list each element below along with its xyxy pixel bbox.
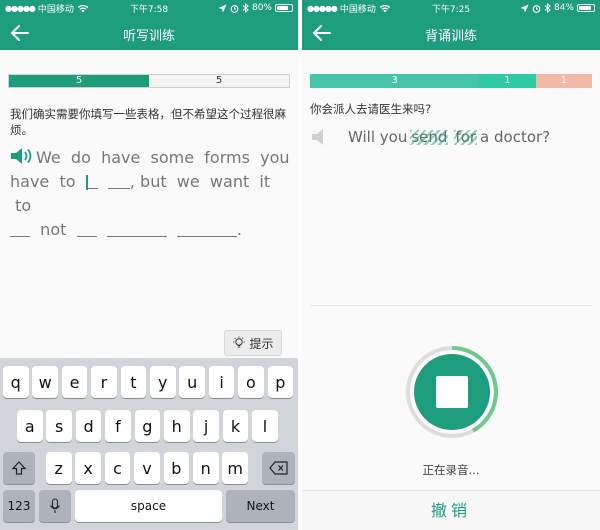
battery-icon bbox=[577, 4, 595, 12]
word: you bbox=[260, 148, 290, 167]
numbers-key-label: 123 bbox=[7, 499, 31, 513]
blank-input[interactable] bbox=[176, 220, 237, 237]
hint-label: 提示 bbox=[249, 336, 274, 351]
key-n[interactable]: n bbox=[193, 452, 219, 484]
blank-input[interactable] bbox=[107, 172, 130, 189]
word: it bbox=[259, 172, 271, 191]
clock: 下午7:25 bbox=[431, 4, 471, 15]
key-z[interactable]: z bbox=[46, 452, 72, 484]
space-key[interactable]: space bbox=[75, 490, 222, 522]
recitation-screen: ●●●●● 中国移动 下午7:25 84% 背诵训练 3 1 1 你会派人去请医… bbox=[302, 0, 600, 530]
word: we bbox=[176, 172, 200, 191]
backspace-icon bbox=[268, 461, 288, 475]
word: to bbox=[59, 172, 76, 191]
on-screen-keyboard: 123 space Next qwertyuiop asdfghjkl zxcvbn… bbox=[0, 358, 298, 530]
undo-button[interactable]: 撤销 bbox=[302, 490, 600, 530]
word: want bbox=[209, 172, 250, 191]
key-u[interactable]: u bbox=[179, 366, 205, 398]
key-i[interactable]: i bbox=[208, 366, 235, 398]
key-e[interactable]: e bbox=[61, 366, 88, 398]
key-k[interactable]: k bbox=[222, 410, 249, 442]
key-p[interactable]: p bbox=[267, 366, 294, 398]
word: forms bbox=[204, 148, 250, 167]
progress-segment-wrong: 1 bbox=[535, 74, 592, 88]
key-c[interactable]: c bbox=[104, 452, 131, 484]
progress-bar: 5 5 bbox=[8, 74, 290, 88]
key-t[interactable]: t bbox=[120, 366, 147, 398]
record-button[interactable] bbox=[405, 345, 499, 439]
progress-bar: 3 1 1 bbox=[310, 74, 592, 88]
battery-icon bbox=[275, 4, 293, 12]
numbers-key[interactable]: 123 bbox=[3, 490, 35, 522]
key-y[interactable]: y bbox=[150, 366, 176, 398]
microphone-icon bbox=[50, 498, 60, 513]
next-key-label: Next bbox=[246, 499, 275, 513]
blank-input[interactable] bbox=[76, 220, 97, 237]
word: not bbox=[40, 220, 67, 239]
key-x[interactable]: x bbox=[75, 452, 101, 484]
shift-icon bbox=[11, 461, 27, 475]
status-bar: ●●●●● 中国移动 下午7:58 80% bbox=[0, 0, 298, 16]
key-j[interactable]: j bbox=[193, 410, 219, 442]
recitation-sentence: Will you send for a doctor? bbox=[310, 128, 596, 146]
dictation-key[interactable] bbox=[39, 490, 71, 522]
word: some bbox=[150, 148, 195, 167]
progress-segment-correct: 3 bbox=[310, 74, 480, 88]
word: do bbox=[70, 148, 91, 167]
backspace-key[interactable] bbox=[262, 452, 295, 484]
word: , but bbox=[129, 172, 167, 191]
word: to bbox=[15, 196, 32, 215]
blank-input[interactable] bbox=[106, 220, 167, 237]
word: . bbox=[236, 220, 242, 239]
sentence-text: Will you bbox=[348, 128, 408, 146]
hidden-word: for bbox=[454, 128, 477, 146]
blank-input[interactable] bbox=[10, 220, 30, 237]
key-o[interactable]: o bbox=[238, 366, 264, 398]
progress-done-count: 5 bbox=[9, 75, 149, 87]
word: We bbox=[36, 148, 61, 167]
page-title: 听写训练 bbox=[122, 29, 175, 44]
record-circle bbox=[414, 354, 490, 430]
key-f[interactable]: f bbox=[105, 410, 131, 442]
space-key-label: space bbox=[130, 499, 167, 513]
key-r[interactable]: r bbox=[91, 366, 117, 398]
key-q[interactable]: q bbox=[3, 366, 29, 398]
key-w[interactable]: w bbox=[32, 366, 58, 398]
word: have bbox=[101, 148, 141, 167]
progress-segment-current: 1 bbox=[479, 74, 536, 88]
dictation-sentence: We do have some forms you have to , but … bbox=[10, 146, 292, 242]
status-bar: ●●●●● 中国移动 下午7:25 84% bbox=[302, 0, 600, 16]
key-l[interactable]: l bbox=[252, 410, 278, 442]
blank-input-active[interactable] bbox=[85, 172, 98, 190]
nav-bar: 听写训练 bbox=[0, 16, 298, 50]
hidden-word: send bbox=[410, 128, 449, 146]
chinese-prompt: 我们确实需要你填写一些表格，但不希望这个过程很麻烦。 bbox=[10, 107, 286, 137]
key-a[interactable]: a bbox=[17, 410, 43, 442]
lightbulb-icon bbox=[233, 336, 246, 348]
word: have bbox=[10, 172, 50, 191]
recording-status: 正在录音... bbox=[422, 463, 480, 477]
sentence-text: a doctor? bbox=[480, 128, 551, 146]
speaker-icon[interactable] bbox=[10, 147, 36, 165]
key-g[interactable]: g bbox=[134, 410, 161, 442]
stop-icon bbox=[436, 376, 468, 408]
hint-button[interactable]: 提示 bbox=[224, 330, 282, 356]
key-h[interactable]: h bbox=[164, 410, 190, 442]
dictation-screen: ●●●●● 中国移动 下午7:58 80% 听写训练 5 5 我们确实需要你填写… bbox=[0, 0, 298, 530]
next-key[interactable]: Next bbox=[226, 490, 295, 522]
key-s[interactable]: s bbox=[46, 410, 72, 442]
key-b[interactable]: b bbox=[163, 452, 190, 484]
speaker-icon[interactable] bbox=[310, 128, 332, 146]
text-caret bbox=[85, 175, 88, 190]
key-m[interactable]: m bbox=[222, 452, 248, 484]
progress-remaining-count: 5 bbox=[149, 75, 289, 87]
key-v[interactable]: v bbox=[134, 452, 160, 484]
key-d[interactable]: d bbox=[75, 410, 102, 442]
clock: 下午7:58 bbox=[129, 4, 169, 15]
divider bbox=[310, 305, 592, 306]
nav-bar: 背诵训练 bbox=[302, 16, 600, 50]
shift-key[interactable] bbox=[3, 452, 35, 484]
chinese-prompt: 你会派人去请医生来吗? bbox=[310, 102, 432, 116]
page-title: 背诵训练 bbox=[424, 29, 477, 44]
